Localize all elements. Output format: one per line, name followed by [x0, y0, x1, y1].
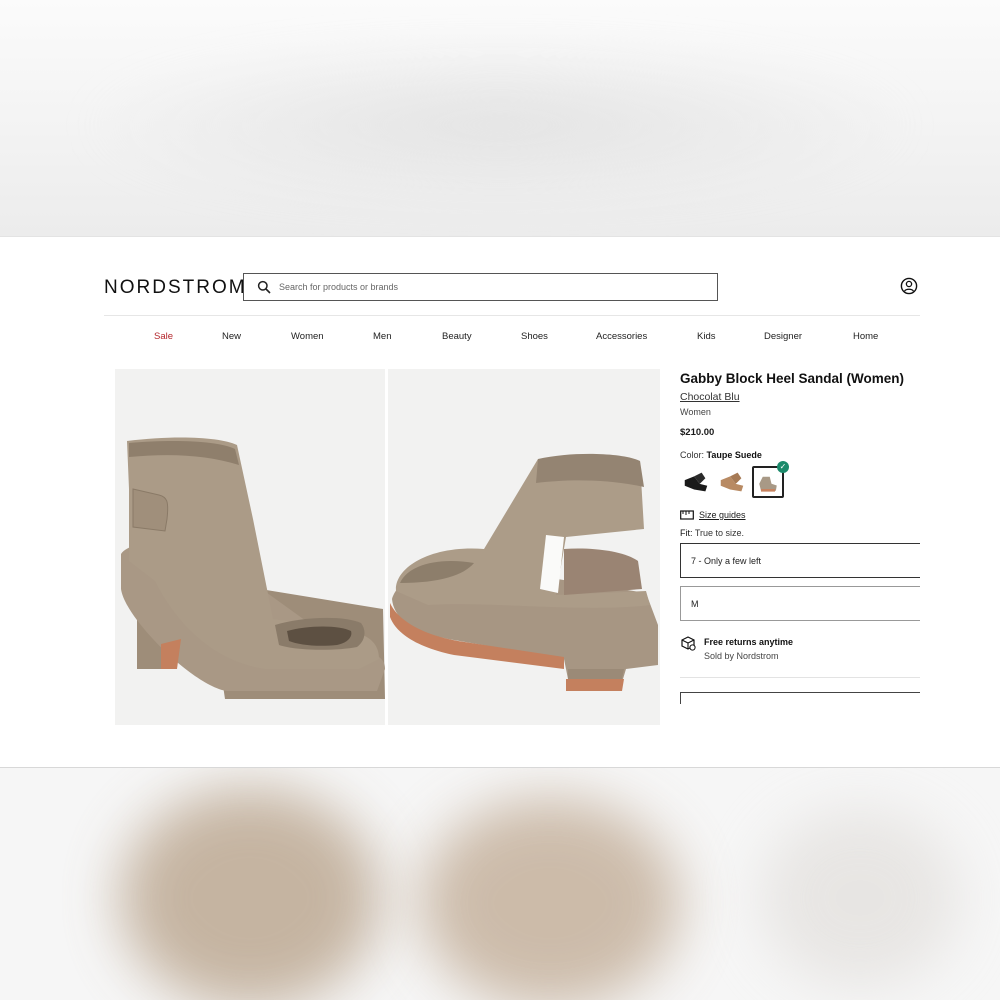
ruler-icon	[680, 510, 694, 520]
swatch-black[interactable]	[680, 466, 712, 498]
color-row: Color: Taupe Suede	[680, 450, 920, 460]
header-divider	[104, 315, 920, 316]
product-page: NORDSTROM Sale New Women Men Beauty Shoe…	[0, 236, 1000, 768]
department-label: Women	[680, 407, 711, 417]
info-divider	[680, 677, 920, 678]
size-select[interactable]: 7 - Only a few left	[680, 543, 920, 578]
nav-item-women[interactable]: Women	[291, 331, 324, 342]
returns-info: Free returns anytime Sold by Nordstrom	[680, 635, 920, 663]
swatch-tan[interactable]	[716, 466, 748, 498]
swatch-taupe[interactable]: ✓	[752, 461, 789, 498]
nav-item-designer[interactable]: Designer	[764, 331, 802, 342]
blurred-background-bottom	[0, 768, 1000, 1000]
sold-by: Sold by Nordstrom	[704, 651, 779, 661]
color-value: Taupe Suede	[706, 450, 762, 460]
nav-item-sale[interactable]: Sale	[154, 331, 173, 342]
blurred-background-top	[0, 0, 1000, 236]
width-select[interactable]: M	[680, 586, 920, 621]
product-image-front[interactable]	[115, 369, 385, 725]
nav-item-kids[interactable]: Kids	[697, 331, 715, 342]
fit-label: Fit:	[680, 528, 693, 538]
nav-item-beauty[interactable]: Beauty	[442, 331, 472, 342]
fit-info: Fit: True to size.	[680, 528, 920, 538]
nav-item-shoes[interactable]: Shoes	[521, 331, 548, 342]
color-swatches: ✓	[680, 461, 920, 498]
nordstrom-logo[interactable]: NORDSTROM	[104, 277, 247, 299]
account-icon[interactable]	[900, 277, 918, 295]
nav-item-accessories[interactable]: Accessories	[596, 331, 647, 342]
box-return-icon	[681, 636, 696, 651]
product-info: Gabby Block Heel Sandal (Women) Chocolat…	[680, 371, 920, 704]
color-label: Color:	[680, 450, 705, 460]
size-select-value: 7 - Only a few left	[691, 555, 762, 566]
search-bar[interactable]	[243, 273, 718, 301]
product-image-side[interactable]	[388, 369, 660, 725]
search-input[interactable]	[279, 282, 699, 292]
nav-item-home[interactable]: Home	[853, 331, 878, 342]
price: $210.00	[680, 427, 715, 438]
brand-link[interactable]: Chocolat Blu	[680, 391, 920, 403]
search-icon	[257, 280, 271, 294]
width-select-value: M	[691, 598, 699, 609]
nav-item-men[interactable]: Men	[373, 331, 391, 342]
product-title: Gabby Block Heel Sandal (Women)	[680, 371, 905, 386]
size-guide-label: Size guides	[699, 510, 746, 520]
size-guide-link[interactable]: Size guides	[680, 510, 920, 520]
fit-value: True to size.	[694, 528, 745, 538]
nav-item-new[interactable]: New	[222, 331, 241, 342]
returns-title: Free returns anytime	[704, 637, 794, 647]
add-to-bag-box[interactable]	[680, 692, 920, 704]
main-nav: Sale New Women Men Beauty Shoes Accessor…	[104, 331, 920, 345]
selected-check-icon: ✓	[777, 461, 789, 473]
